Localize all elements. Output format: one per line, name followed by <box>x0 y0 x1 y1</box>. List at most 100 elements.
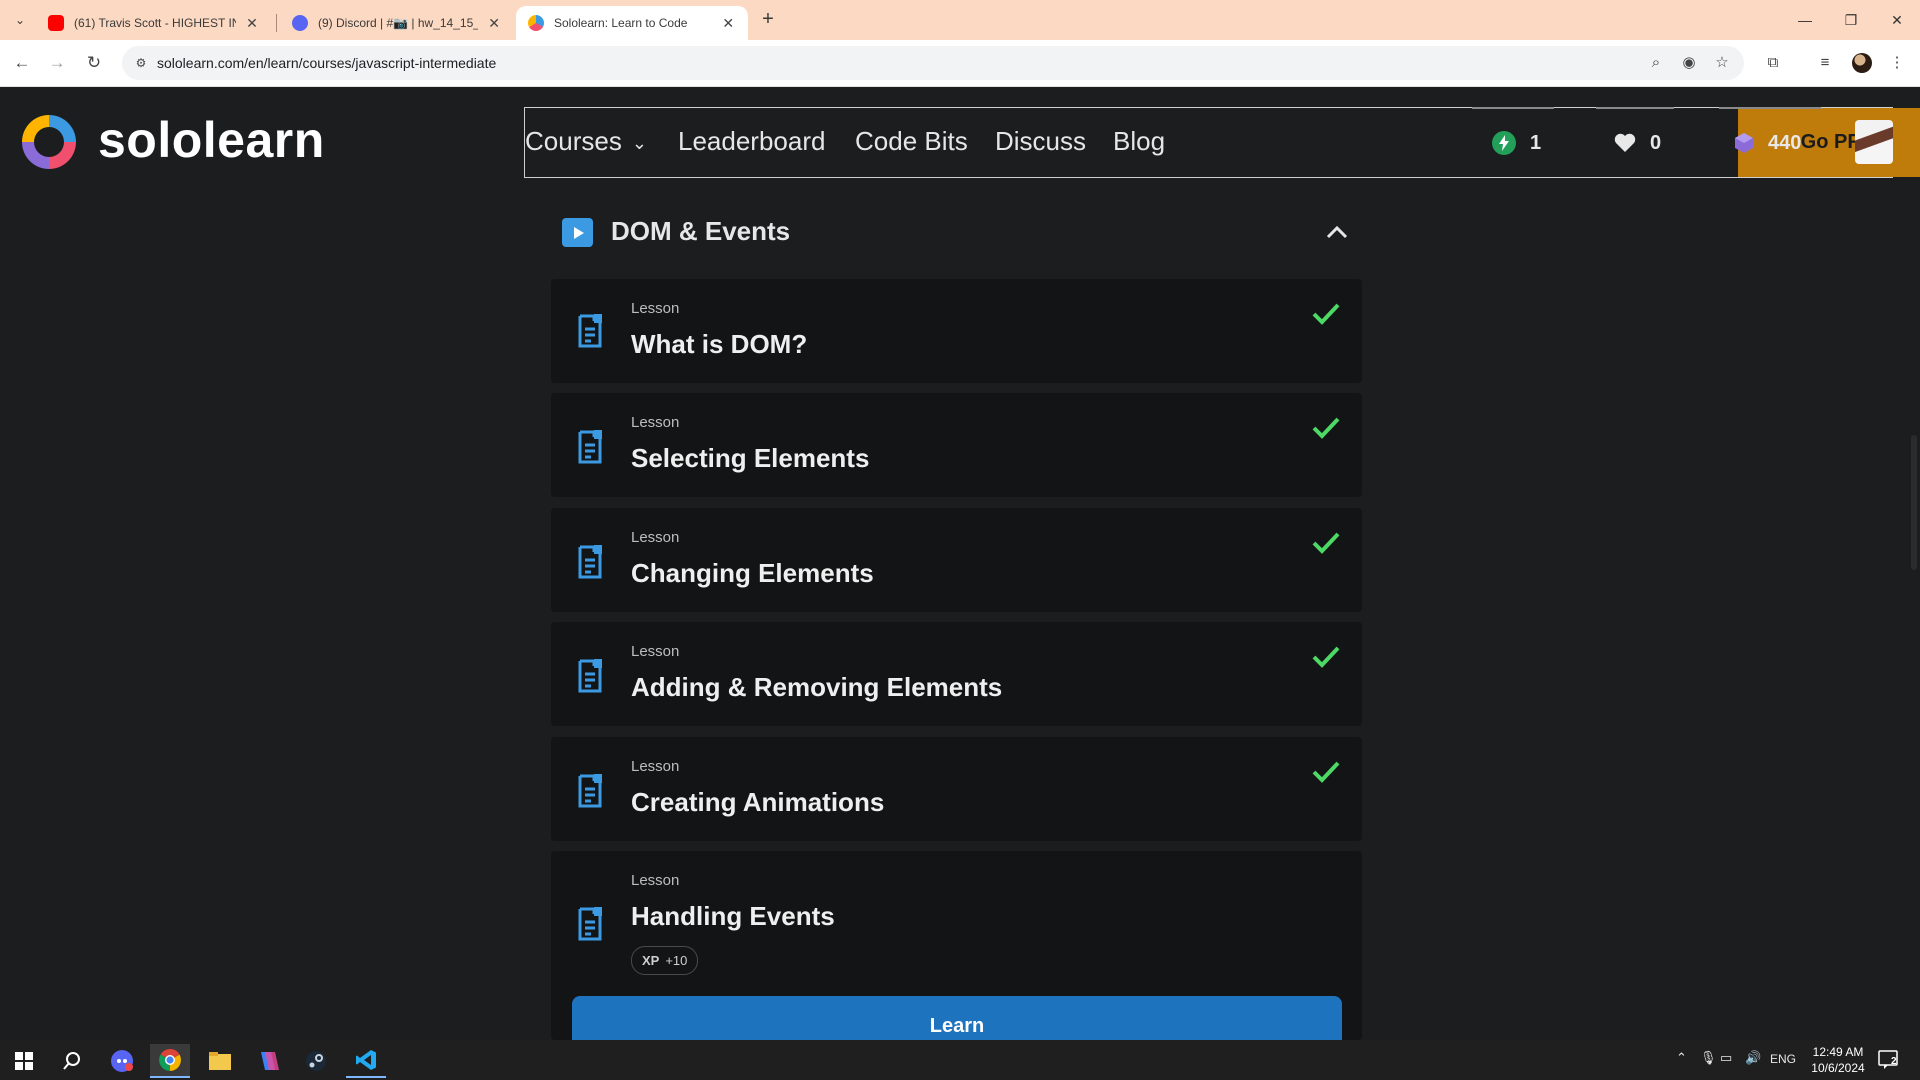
zoom-icon[interactable]: ⌕ <box>1646 54 1666 72</box>
lesson-kind: Lesson <box>631 758 680 775</box>
check-icon <box>1312 646 1340 668</box>
chevron-down-icon: ⌄ <box>631 132 647 153</box>
streak-value: 1 <box>1530 131 1542 154</box>
discord-app-icon[interactable] <box>102 1044 142 1078</box>
lesson-kind: Lesson <box>631 414 680 431</box>
extensions-icon[interactable]: ⧉ <box>1762 52 1784 74</box>
discord-icon <box>292 15 308 31</box>
language-indicator[interactable]: ENG <box>1770 1052 1796 1066</box>
chevron-up-icon[interactable] <box>1322 219 1352 245</box>
heart-icon <box>1614 133 1636 153</box>
check-icon <box>1312 417 1340 439</box>
close-icon[interactable]: ✕ <box>244 15 260 32</box>
sololearn-logo-icon[interactable] <box>18 111 80 173</box>
notification-count: 2 <box>1891 1056 1897 1067</box>
top-navigation: Courses ⌄ Leaderboard Code Bits Discuss B… <box>524 107 1920 178</box>
nav-discuss[interactable]: Discuss <box>995 126 1086 157</box>
nav-blog[interactable]: Blog <box>1113 126 1165 157</box>
document-icon <box>578 545 602 579</box>
logo-text[interactable]: sololearn <box>98 111 325 169</box>
vscode-app-icon[interactable] <box>346 1044 386 1078</box>
lesson-title: Selecting Elements <box>631 443 870 473</box>
url-text[interactable]: sololearn.com/en/learn/courses/javascrip… <box>157 55 496 71</box>
lesson-card[interactable]: Lesson Selecting Elements <box>551 393 1362 497</box>
lesson-kind: Lesson <box>631 872 680 889</box>
tab-sololearn[interactable]: Sololearn: Learn to Code ✕ <box>516 6 748 40</box>
microphone-icon[interactable]: 🎙 <box>1700 1050 1717 1066</box>
copilot-app-icon[interactable] <box>248 1044 288 1078</box>
document-icon <box>578 314 602 348</box>
tab-title: (61) Travis Scott - HIGHEST IN THE ROOM <box>74 16 236 30</box>
system-clock[interactable]: 12:49 AM 10/6/2024 <box>1808 1044 1868 1076</box>
lesson-card[interactable]: Lesson Changing Elements <box>551 508 1362 612</box>
gems-value: 440 <box>1768 131 1802 154</box>
notification-center-icon[interactable]: 2 <box>1877 1048 1901 1070</box>
nav-courses[interactable]: Courses ⌄ <box>525 126 647 157</box>
gem-icon <box>1734 132 1754 154</box>
new-tab-button[interactable]: + <box>756 9 780 30</box>
menu-kebab-icon[interactable]: ⋮ <box>1886 52 1908 74</box>
file-explorer-icon[interactable] <box>200 1044 240 1078</box>
steam-app-icon[interactable] <box>296 1044 336 1078</box>
lesson-card[interactable]: Lesson What is DOM? <box>551 279 1362 383</box>
lesson-card[interactable]: Lesson Creating Animations <box>551 737 1362 841</box>
windows-taskbar: ⌃ 🎙 ▭ 🔊 ENG 12:49 AM 10/6/2024 2 <box>0 1040 1920 1080</box>
volume-icon[interactable]: 🔊 <box>1745 1050 1761 1066</box>
document-icon <box>578 659 602 693</box>
xp-badge: XP +10 <box>631 946 699 975</box>
hearts-counter[interactable]: 0 <box>1614 129 1661 157</box>
restore-icon[interactable]: ❐ <box>1828 6 1874 34</box>
eye-off-icon[interactable]: ◉ <box>1679 54 1699 72</box>
tab-search-icon[interactable]: ⌄ <box>8 8 32 32</box>
chrome-app-icon[interactable] <box>150 1044 190 1078</box>
browser-toolbar: ← → ↻ ⚙ sololearn.com/en/learn/courses/j… <box>0 40 1920 87</box>
back-icon[interactable]: ← <box>10 51 34 75</box>
document-icon <box>578 774 602 808</box>
lightning-icon <box>1492 131 1516 155</box>
lesson-title: What is DOM? <box>631 329 808 359</box>
tab-youtube[interactable]: (61) Travis Scott - HIGHEST IN THE ROOM … <box>36 6 272 40</box>
gems-counter[interactable]: 440 <box>1734 129 1801 157</box>
page-scrollbar[interactable] <box>1911 435 1917 570</box>
close-icon[interactable]: ✕ <box>720 15 736 32</box>
lesson-title: Changing Elements <box>631 558 874 588</box>
nav-leaderboard[interactable]: Leaderboard <box>678 126 825 157</box>
close-window-icon[interactable]: ✕ <box>1874 6 1920 34</box>
gems-indicator <box>1719 107 1821 109</box>
sololearn-icon <box>528 15 544 31</box>
lesson-kind: Lesson <box>631 300 680 317</box>
lesson-card[interactable]: Lesson Adding & Removing Elements <box>551 622 1362 726</box>
check-icon <box>1312 303 1340 325</box>
tab-title: (9) Discord | #📷 | hw_14_15_16 <box>318 16 479 30</box>
windows-start-icon[interactable] <box>4 1044 44 1078</box>
check-icon <box>1312 532 1340 554</box>
lesson-title: Creating Animations <box>631 787 885 817</box>
streak-counter[interactable]: 1 <box>1492 129 1541 157</box>
close-icon[interactable]: ✕ <box>486 15 502 32</box>
address-bar[interactable]: ⚙ sololearn.com/en/learn/courses/javascr… <box>122 46 1744 80</box>
site-info-icon[interactable]: ⚙ <box>132 54 150 72</box>
document-icon <box>578 907 602 941</box>
forward-icon[interactable]: → <box>45 51 69 75</box>
streak-indicator <box>1472 107 1554 109</box>
network-icon[interactable]: ▭ <box>1720 1050 1732 1066</box>
clock-time: 12:49 AM <box>1812 1045 1864 1059</box>
minimize-icon[interactable]: — <box>1782 6 1828 34</box>
play-icon <box>562 218 593 247</box>
profile-avatar-icon[interactable] <box>1852 53 1872 73</box>
tray-overflow-icon[interactable]: ⌃ <box>1676 1050 1687 1066</box>
search-icon[interactable] <box>52 1044 92 1078</box>
tab-title: Sololearn: Learn to Code <box>554 16 688 30</box>
reload-icon[interactable]: ↻ <box>82 51 106 75</box>
nav-code-bits[interactable]: Code Bits <box>855 126 968 157</box>
check-icon <box>1312 761 1340 783</box>
lesson-title: Adding & Removing Elements <box>631 672 1003 702</box>
tab-discord[interactable]: (9) Discord | #📷 | hw_14_15_16 ✕ <box>280 6 514 40</box>
module-header[interactable]: DOM & Events <box>552 213 1364 251</box>
module-title: DOM & Events <box>611 216 791 246</box>
tab-separator <box>276 14 277 32</box>
user-avatar[interactable] <box>1855 120 1893 164</box>
media-control-icon[interactable]: ≡ <box>1814 52 1836 74</box>
bookmark-star-icon[interactable]: ☆ <box>1712 54 1732 72</box>
nav-courses-label: Courses <box>525 126 622 156</box>
